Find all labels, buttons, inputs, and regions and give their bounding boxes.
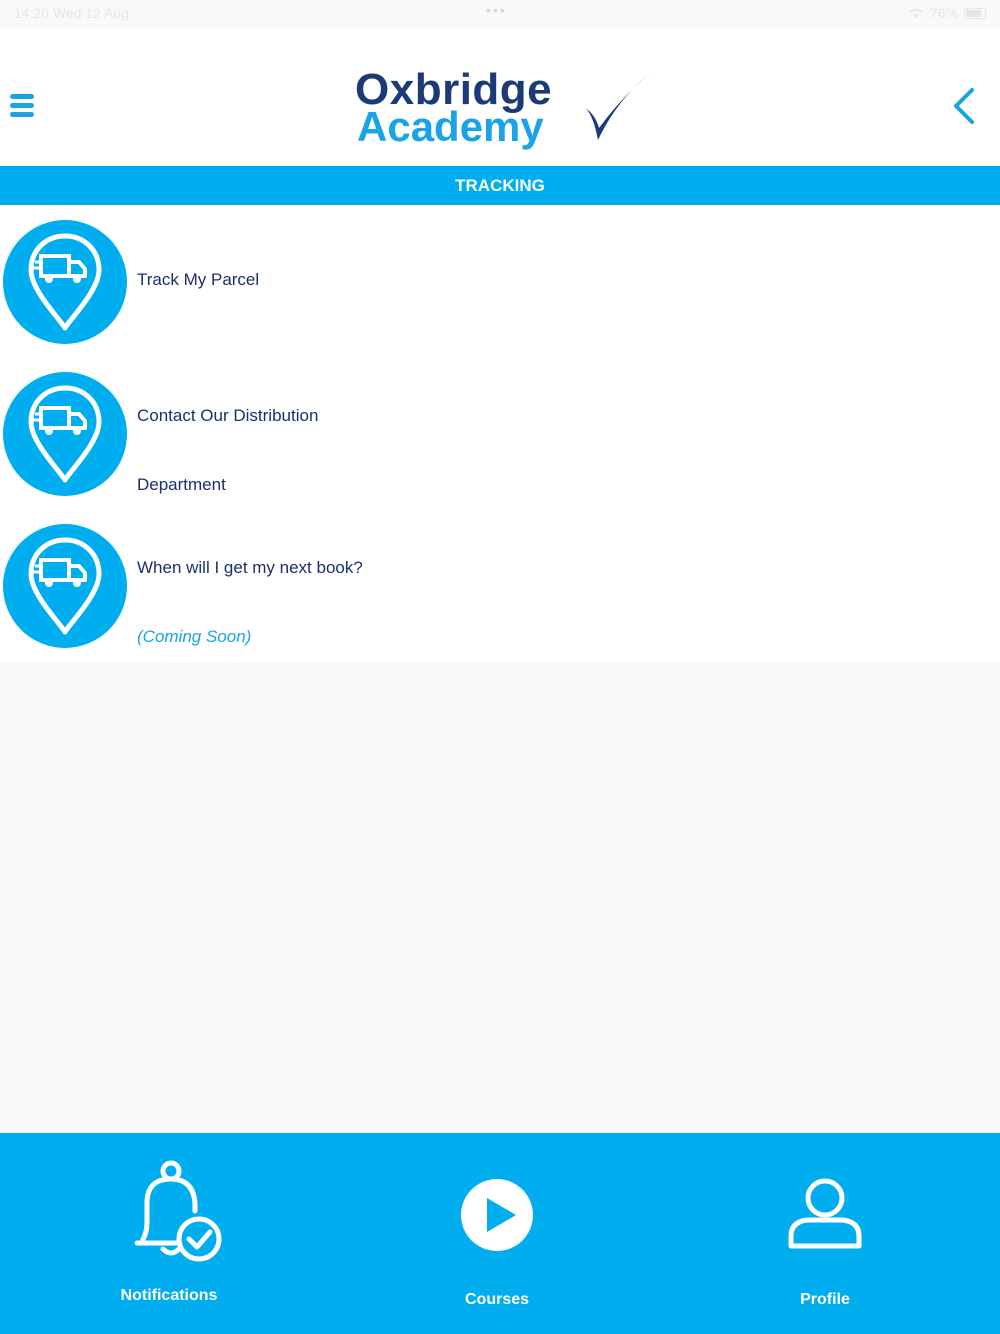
battery-percent: 76% bbox=[929, 5, 958, 21]
status-time-date: 14:20 Wed 12 Aug bbox=[14, 5, 129, 21]
item-label-line2: Department bbox=[137, 475, 226, 494]
list-item-contact-distribution[interactable]: Contact Our Distribution Department bbox=[0, 357, 1000, 497]
tab-notifications[interactable]: Notifications bbox=[69, 1133, 269, 1334]
back-chevron-icon[interactable] bbox=[950, 86, 980, 126]
tab-label-notifications: Notifications bbox=[120, 1287, 218, 1304]
bell-check-icon bbox=[134, 1160, 222, 1262]
battery-icon bbox=[964, 7, 986, 19]
tab-courses[interactable]: Courses bbox=[397, 1133, 597, 1334]
status-right: 76% bbox=[908, 5, 986, 21]
person-profile-icon bbox=[788, 1178, 862, 1249]
multitasking-dots[interactable]: ••• bbox=[486, 2, 507, 18]
tab-label-courses: Courses bbox=[464, 1291, 530, 1308]
item-label: When will I get my next book? bbox=[137, 558, 363, 577]
bottom-tab-bar: Notifications Courses Profile bbox=[0, 1133, 1000, 1334]
wifi-icon bbox=[909, 8, 923, 18]
tracking-options-list: Track My Parcel Contact Our Distribution… bbox=[0, 205, 1000, 662]
status-bar: 14:20 Wed 12 Aug ••• 76% bbox=[0, 0, 1000, 28]
icon-circle bbox=[3, 372, 127, 496]
logo-checkmark-icon bbox=[585, 72, 651, 140]
list-item-track-my-parcel[interactable]: Track My Parcel bbox=[0, 205, 1000, 345]
delivery-truck-pin-icon bbox=[28, 233, 102, 331]
delivery-truck-pin-icon bbox=[28, 385, 102, 483]
item-label: Contact Our Distribution bbox=[137, 406, 319, 425]
oxbridge-academy-logo: Oxbridge Academy bbox=[355, 68, 655, 158]
tab-label-profile: Profile bbox=[800, 1291, 850, 1308]
section-title: TRACKING bbox=[455, 176, 545, 195]
icon-circle bbox=[3, 524, 127, 648]
logo-text-line2: Academy bbox=[357, 103, 544, 150]
delivery-truck-pin-icon bbox=[28, 537, 102, 635]
tab-profile[interactable]: Profile bbox=[725, 1133, 925, 1334]
icon-circle bbox=[3, 220, 127, 344]
coming-soon-note: (Coming Soon) bbox=[137, 627, 252, 646]
section-title-bar: TRACKING bbox=[0, 166, 1000, 205]
item-label: Track My Parcel bbox=[137, 270, 260, 289]
list-item-next-book[interactable]: When will I get my next book? (Coming So… bbox=[0, 509, 1000, 649]
app-header: Oxbridge Academy bbox=[0, 28, 1000, 166]
play-circle-icon bbox=[461, 1179, 533, 1251]
hamburger-menu-icon[interactable] bbox=[10, 94, 34, 118]
